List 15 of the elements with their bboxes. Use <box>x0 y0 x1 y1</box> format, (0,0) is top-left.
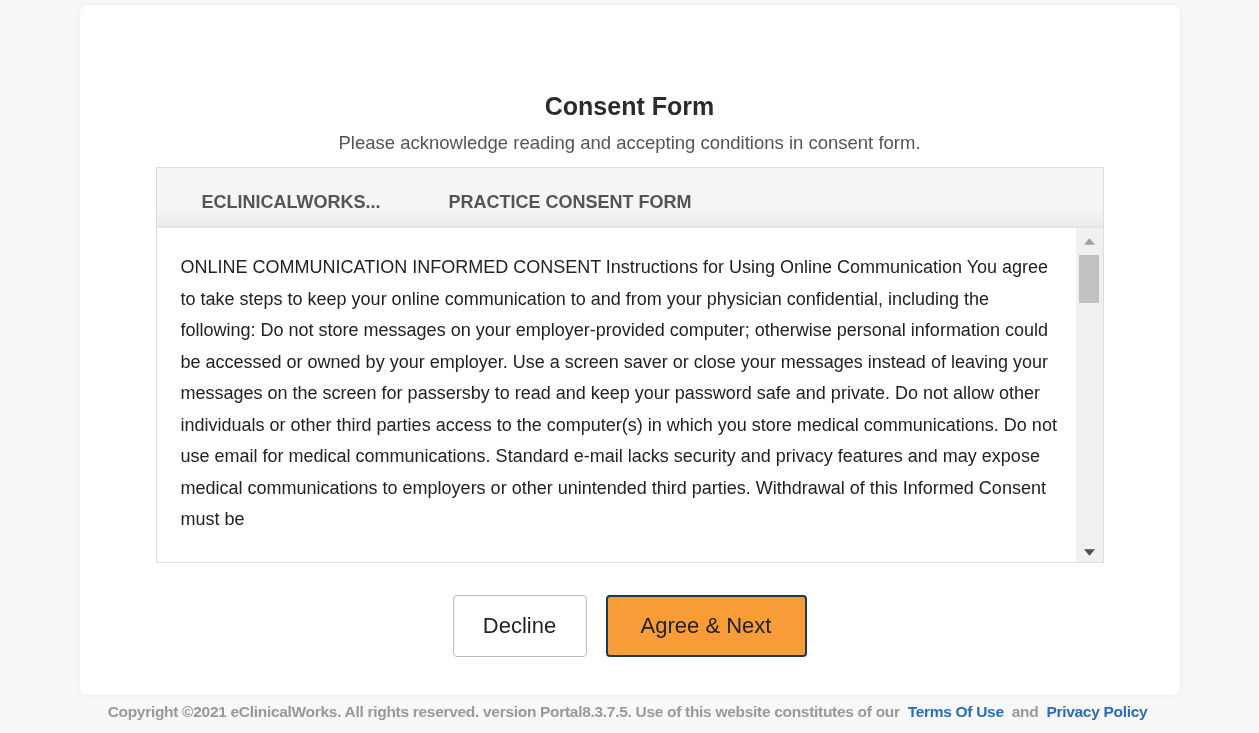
footer-link[interactable]: Privacy Policy <box>1046 703 1148 721</box>
form-subtitle: Please acknowledge reading and accepting conditions in consent form. <box>338 131 921 155</box>
tab[interactable]: PRACTICE CONSENT FORM <box>448 181 692 213</box>
decline-button[interactable]: Decline <box>452 595 587 657</box>
scroll-up-icon[interactable] <box>1083 238 1095 245</box>
agree-button[interactable]: Agree & Next <box>605 595 807 657</box>
footer-link[interactable]: Terms Of Use <box>907 703 1004 721</box>
scrollbar-thumb[interactable] <box>1079 255 1099 303</box>
scroll-down-icon[interactable] <box>1083 549 1095 556</box>
scrollbar[interactable] <box>1075 228 1103 562</box>
form-title: Consent Form <box>544 91 715 121</box>
copyright-text: Copyright ©2021 eClinicalWorks. All rights reserved. version Portal8.3.7.5. Use of this website constitutes of our <box>107 703 900 721</box>
tab[interactable]: ECLINICALWORKS... <box>201 181 381 213</box>
consent-text: ONLINE COMMUNICATION INFORMED CONSENT Instructions for Using Online Communication You agree to take steps to keep your online communication to and from your physician confidential, including the following: Do not store messages on your employer-provided computer; otherwise personal information could be accessed or owned by your employer. Use a screen saver or close your messages instead of leaving your messages on the screen for passersby to read and keep your password safe and private. Do not allow other individuals or other third parties access to the computer(s) in which you store medical communications. Do not use email for medical communications. Standard e-mail lacks security and privacy features and may expose medical communications to employers or other unintended third parties. Withdrawal of this Informed Consent must be <box>179 256 1058 531</box>
footer-text: and <box>1011 703 1039 721</box>
